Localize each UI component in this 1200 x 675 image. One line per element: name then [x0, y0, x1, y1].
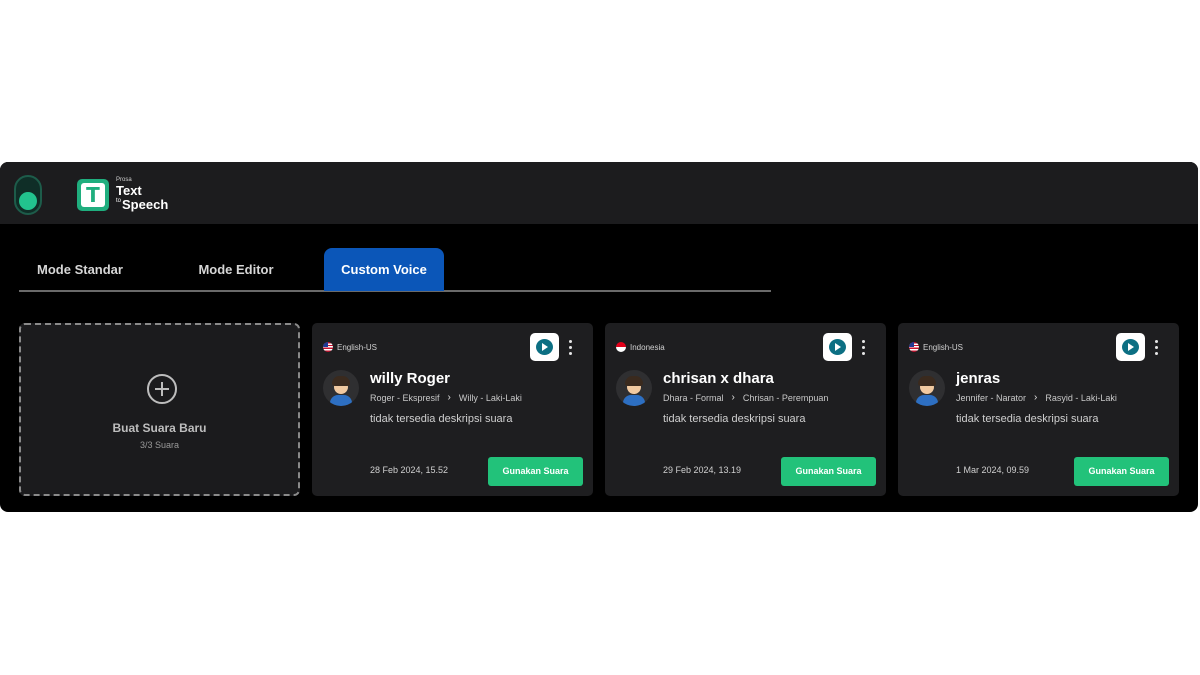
tab-mode-editor[interactable]: Mode Editor: [171, 248, 301, 291]
title-line1: Text: [116, 183, 142, 198]
play-icon: [1122, 339, 1139, 355]
logo-icon: T: [77, 179, 109, 211]
language-badge: English-US: [323, 341, 377, 353]
avatar: [616, 370, 652, 406]
voice-name: chrisan x dhara: [663, 370, 774, 387]
voice-date: 1 Mar 2024, 09.59: [956, 465, 1030, 475]
play-button[interactable]: [530, 333, 559, 361]
sidebar-toggle[interactable]: [14, 175, 42, 215]
title-line2: toSpeech: [116, 198, 168, 211]
use-voice-button[interactable]: Gunakan Suara: [781, 457, 876, 486]
voice-styles: Roger - Ekspresif › Willy - Laki-Laki: [370, 392, 522, 403]
voice-name: jenras: [956, 370, 1001, 387]
voice-card: Indonesia chrisan x dhara Dhara - Formal…: [605, 323, 886, 496]
style-from: Jennifer - Narator: [956, 392, 1027, 403]
voice-quota: 3/3 Suara: [139, 440, 180, 450]
create-voice-title: Buat Suara Baru: [112, 421, 207, 435]
create-voice-button[interactable]: Buat Suara Baru 3/3 Suara: [19, 323, 300, 496]
title-line2-text: Speech: [122, 197, 169, 212]
app-title: Prosa Text toSpeech: [116, 177, 168, 211]
more-options-icon[interactable]: [566, 338, 576, 358]
play-icon: [829, 339, 846, 355]
plus-circle-icon: [147, 374, 177, 404]
language-label: Indonesia: [630, 342, 665, 352]
title-small: to: [116, 198, 122, 204]
voice-card: English-US willy Roger Roger - Ekspresif…: [312, 323, 593, 496]
language-label: English-US: [337, 342, 378, 352]
voice-name: willy Roger: [370, 370, 451, 387]
us-flag-icon: [323, 342, 333, 352]
voice-card: English-US jenras Jennifer - Narator › Ras…: [898, 323, 1179, 496]
style-to: Chrisan - Perempuan: [742, 392, 829, 403]
language-label: English-US: [923, 342, 964, 352]
tab-mode-standar[interactable]: Mode Standar: [19, 248, 141, 291]
style-to: Rasyid - Laki-Laki: [1045, 392, 1117, 403]
play-button[interactable]: [1116, 333, 1145, 361]
toggle-knob: [19, 192, 37, 210]
chevron-right-icon: ›: [731, 392, 735, 403]
mode-tabs: Mode Standar Mode Editor Custom Voice: [19, 248, 771, 292]
language-badge: Indonesia: [616, 341, 665, 353]
avatar: [323, 370, 359, 406]
voice-styles: Jennifer - Narator › Rasyid - Laki-Laki: [956, 392, 1117, 403]
style-from: Dhara - Formal: [663, 392, 724, 403]
voice-description: tidak tersedia deskripsi suara: [370, 413, 513, 425]
more-options-icon[interactable]: [1152, 338, 1162, 358]
avatar: [909, 370, 945, 406]
voice-description: tidak tersedia deskripsi suara: [663, 413, 806, 425]
play-button[interactable]: [823, 333, 852, 361]
more-options-icon[interactable]: [859, 338, 869, 358]
voice-date: 29 Feb 2024, 13.19: [663, 465, 742, 475]
voice-styles: Dhara - Formal › Chrisan - Perempuan: [663, 392, 828, 403]
style-from: Roger - Ekspresif: [370, 392, 440, 403]
app-window: T Prosa Text toSpeech Mode Standar Mode …: [0, 162, 1198, 512]
language-badge: English-US: [909, 341, 963, 353]
voice-date: 28 Feb 2024, 15.52: [370, 465, 449, 475]
chevron-right-icon: ›: [1034, 392, 1038, 403]
use-voice-button[interactable]: Gunakan Suara: [488, 457, 583, 486]
tab-custom-voice[interactable]: Custom Voice: [324, 248, 444, 291]
us-flag-icon: [909, 342, 919, 352]
use-voice-button[interactable]: Gunakan Suara: [1074, 457, 1169, 486]
chevron-right-icon: ›: [447, 392, 451, 403]
style-to: Willy - Laki-Laki: [458, 392, 522, 403]
id-flag-icon: [616, 342, 626, 352]
play-icon: [536, 339, 553, 355]
logo-letter: T: [81, 183, 105, 207]
top-bar: T Prosa Text toSpeech: [0, 162, 1198, 224]
voice-description: tidak tersedia deskripsi suara: [956, 413, 1099, 425]
